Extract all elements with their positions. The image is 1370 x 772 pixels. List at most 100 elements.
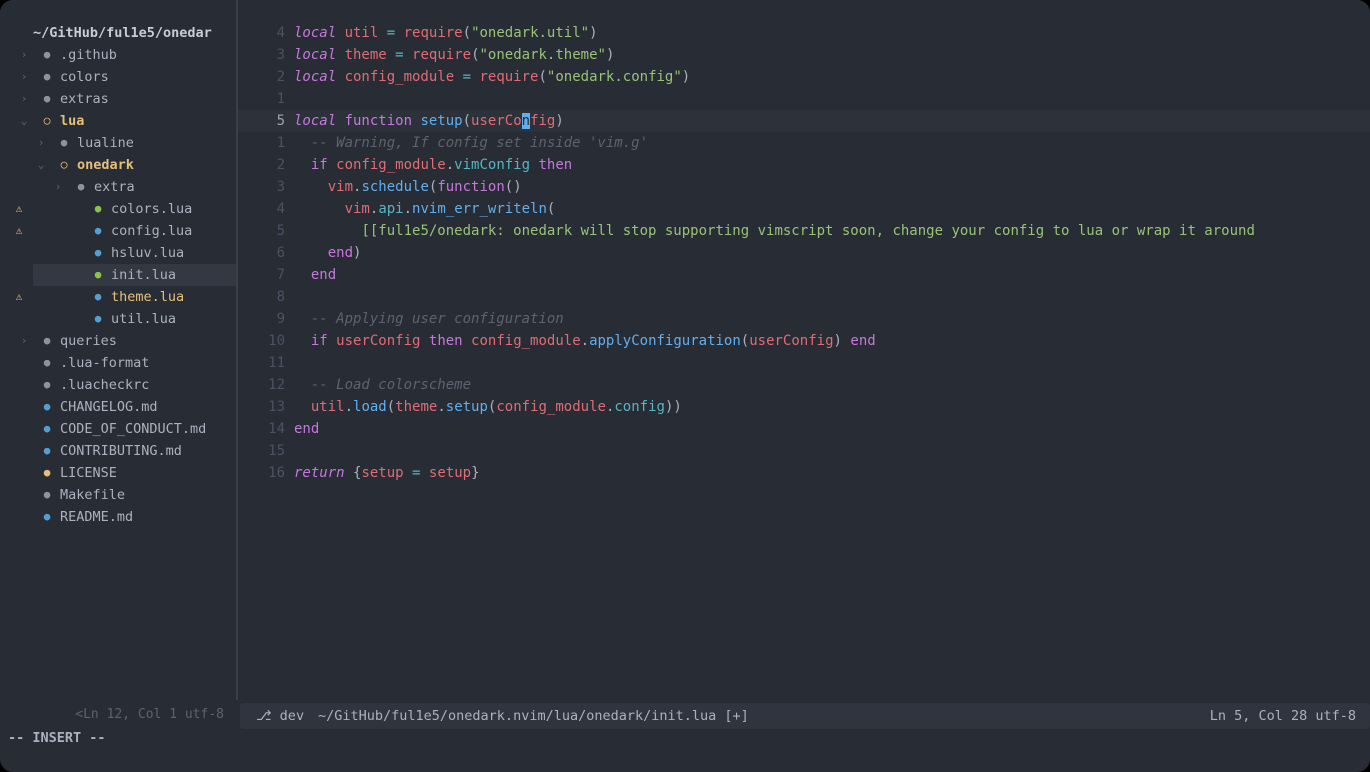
tree-item[interactable]: ● hsluv.lua xyxy=(0,242,236,264)
code-line[interactable]: 5 [[ful1e5/onedark: onedark will stop su… xyxy=(238,220,1370,242)
folder-closed-icon: ● xyxy=(77,180,85,193)
tree-item[interactable]: › ● lualine xyxy=(0,132,236,154)
code-line[interactable]: 4 vim.api.nvim_err_writeln( xyxy=(238,198,1370,220)
code-line[interactable]: 13 util.load(theme.setup(config_module.c… xyxy=(238,396,1370,418)
lua-file-icon: ● xyxy=(94,246,102,259)
folder-open-icon: ◯ xyxy=(43,114,51,127)
tree-item-label: lua xyxy=(60,113,85,129)
code-line[interactable]: 1 xyxy=(238,88,1370,110)
folder-closed-icon: ● xyxy=(60,136,68,149)
tree-item-label: CODE_OF_CONDUCT.md xyxy=(60,421,207,437)
line-content: -- Load colorscheme xyxy=(294,377,472,393)
folder-closed-icon: ● xyxy=(43,70,51,83)
warning-icon: ⚠ xyxy=(15,202,23,215)
line-content: if userConfig then config_module.applyCo… xyxy=(310,333,876,349)
tree-item[interactable]: ● util.lua xyxy=(0,308,236,330)
code-line[interactable]: 16 return {setup = setup} xyxy=(238,462,1370,484)
tree-item[interactable]: ⌄ ◯ onedark xyxy=(0,154,236,176)
tree-root-path: ~/GitHub/ful1e5/onedar xyxy=(33,25,212,41)
tree-item[interactable]: › ● extra xyxy=(0,176,236,198)
tree-item[interactable]: ● Makefile xyxy=(0,484,236,506)
file-icon: ● xyxy=(43,356,51,369)
tree-item[interactable]: › ● .github xyxy=(0,44,236,66)
warning-icon: ⚠ xyxy=(15,224,23,237)
code-line[interactable]: 2 if config_module.vimConfig then xyxy=(238,154,1370,176)
statusline: ⎇ dev ~/GitHub/ful1e5/onedark.nvim/lua/o… xyxy=(240,703,1370,729)
line-number: 5 xyxy=(276,223,285,239)
chevron-icon[interactable]: › xyxy=(18,330,30,352)
code-line[interactable]: 12 -- Load colorscheme xyxy=(238,374,1370,396)
code-line[interactable]: 1 -- Warning, If config set inside 'vim.… xyxy=(238,132,1370,154)
chevron-icon[interactable]: ⌄ xyxy=(35,154,47,176)
tree-item[interactable]: › ● colors xyxy=(0,66,236,88)
tree-item[interactable]: ● CONTRIBUTING.md xyxy=(0,440,236,462)
license-file-icon: ● xyxy=(43,466,51,479)
tree-item-label: Makefile xyxy=(60,487,126,503)
code-line[interactable]: 11 xyxy=(238,352,1370,374)
file-tree-sidebar[interactable]: ~/GitHub/ful1e5/onedar › ● .github › ● colors… xyxy=(0,0,236,700)
line-content: local function setup(userConfig) xyxy=(294,113,564,129)
code-line[interactable]: 3 local theme = require("onedark.theme") xyxy=(238,44,1370,66)
tree-item[interactable]: ● init.lua xyxy=(33,264,236,286)
chevron-icon[interactable]: › xyxy=(52,176,64,198)
lua-file-icon: ● xyxy=(94,312,102,325)
chevron-icon[interactable]: › xyxy=(35,132,47,154)
line-number: 1 xyxy=(276,91,285,107)
tree-item[interactable]: ● LICENSE xyxy=(0,462,236,484)
line-number: 9 xyxy=(276,311,285,327)
tree-item[interactable]: ● .lua-format xyxy=(0,352,236,374)
line-content: [[ful1e5/onedark: onedark will stop supp… xyxy=(361,223,1255,239)
code-line[interactable]: 4 local util = require("onedark.util") xyxy=(238,22,1370,44)
lua-file-icon: ● xyxy=(94,224,102,237)
code-editor[interactable]: 4 local util = require("onedark.util") 3 lo… xyxy=(238,0,1370,700)
code-line[interactable]: 10 if userConfig then config_module.appl… xyxy=(238,330,1370,352)
chevron-icon[interactable]: › xyxy=(18,66,30,88)
line-number: 5 xyxy=(276,113,285,129)
tree-item[interactable]: ⌄ ◯ lua xyxy=(0,110,236,132)
code-line[interactable]: 15 xyxy=(238,440,1370,462)
line-number: 6 xyxy=(276,245,285,261)
code-line[interactable]: 14 end xyxy=(238,418,1370,440)
line-content: return {setup = setup} xyxy=(294,465,480,481)
line-number: 14 xyxy=(268,421,285,437)
tree-item[interactable]: ● .luacheckrc xyxy=(0,374,236,396)
line-content: if config_module.vimConfig then xyxy=(310,157,573,173)
line-number: 8 xyxy=(276,289,285,305)
chevron-icon[interactable]: › xyxy=(18,44,30,66)
folder-closed-icon: ● xyxy=(43,334,51,347)
tree-item-label: .lua-format xyxy=(60,355,150,371)
line-content: -- Warning, If config set inside 'vim.g' xyxy=(294,135,649,151)
editor-window: ~/GitHub/ful1e5/onedar › ● .github › ● colors… xyxy=(0,0,1370,772)
tree-item[interactable]: ⚠ ● colors.lua xyxy=(0,198,236,220)
lua-file-icon: ● xyxy=(94,202,102,215)
line-number: 11 xyxy=(268,355,285,371)
lua-file-icon: ● xyxy=(94,290,102,303)
tree-item-label: config.lua xyxy=(111,223,193,239)
code-line[interactable]: 3 vim.schedule(function() xyxy=(238,176,1370,198)
tree-item-label: .luacheckrc xyxy=(60,377,150,393)
tree-item-label: CONTRIBUTING.md xyxy=(60,443,182,459)
tree-item[interactable]: › ● queries xyxy=(0,330,236,352)
tree-item[interactable]: ● CHANGELOG.md xyxy=(0,396,236,418)
code-line[interactable]: 2 local config_module = require("onedark.… xyxy=(238,66,1370,88)
line-content: -- Applying user configuration xyxy=(294,311,564,327)
chevron-icon[interactable]: ⌄ xyxy=(18,110,30,132)
tree-item[interactable]: ● CODE_OF_CONDUCT.md xyxy=(0,418,236,440)
code-line[interactable]: 8 xyxy=(238,286,1370,308)
code-line[interactable]: 7 end xyxy=(238,264,1370,286)
tree-item[interactable]: ⚠ ● config.lua xyxy=(0,220,236,242)
line-content: local util = require("onedark.util") xyxy=(294,25,598,41)
tree-item[interactable]: ⚠ ● theme.lua xyxy=(0,286,236,308)
tree-item-label: extras xyxy=(60,91,109,107)
code-line[interactable]: 6 end) xyxy=(238,242,1370,264)
folder-closed-icon: ● xyxy=(43,48,51,61)
file-icon: ● xyxy=(43,378,51,391)
tree-item[interactable]: › ● extras xyxy=(0,88,236,110)
tree-item[interactable]: ● README.md xyxy=(0,506,236,528)
inactive-statusline: <Ln 12, Col 1 utf-8 xyxy=(75,707,224,722)
chevron-icon[interactable]: › xyxy=(18,88,30,110)
tree-item-label: LICENSE xyxy=(60,465,117,481)
code-line[interactable]: 9 -- Applying user configuration xyxy=(238,308,1370,330)
code-line[interactable]: 5 local function setup(userConfig) xyxy=(238,110,1370,132)
tree-item-label: colors.lua xyxy=(111,201,193,217)
